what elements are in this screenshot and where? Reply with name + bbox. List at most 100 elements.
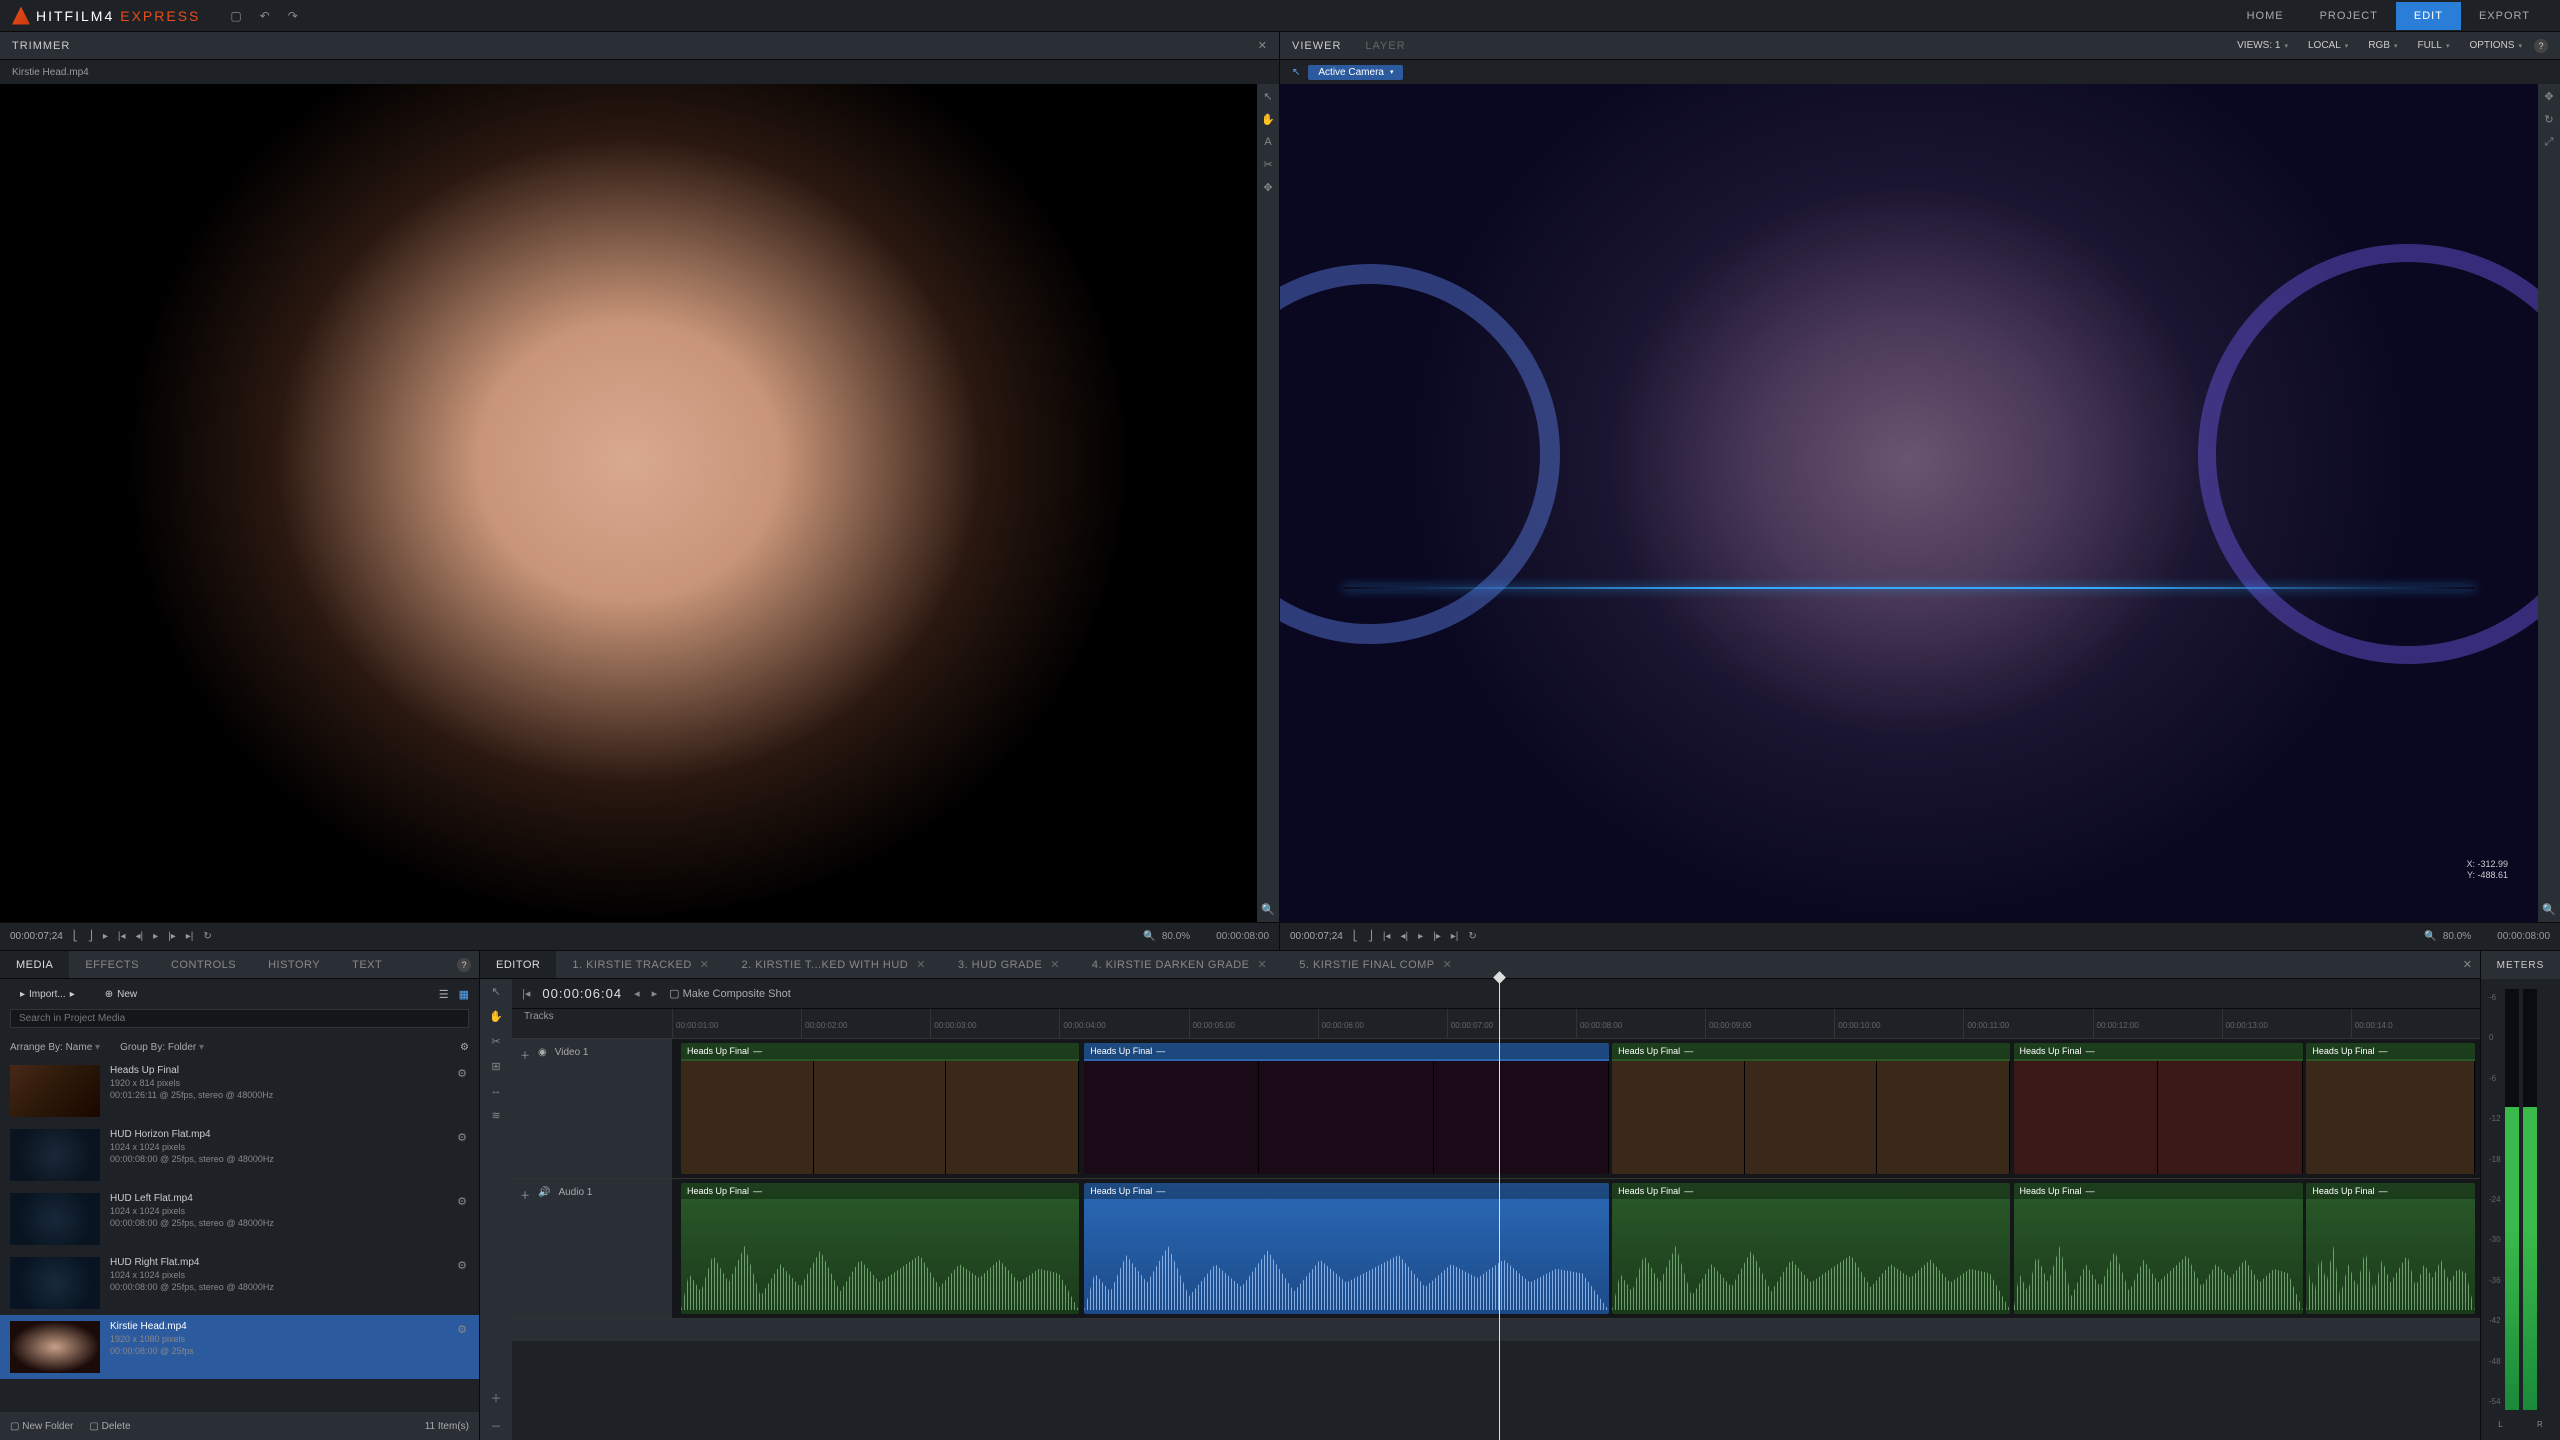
rotate-tool-icon[interactable]: ↻ <box>2544 113 2553 126</box>
insert-icon[interactable]: ▸ <box>103 931 108 942</box>
tab-media[interactable]: MEDIA <box>0 951 69 978</box>
track-collapse-icon[interactable]: ＋ <box>520 1047 530 1062</box>
tl-prev-icon[interactable]: ◂ <box>634 987 640 1000</box>
close-icon[interactable]: ✕ <box>700 958 710 971</box>
ripple-tool-icon[interactable]: ↔ <box>491 1085 502 1097</box>
trimmer-video[interactable] <box>0 84 1257 922</box>
v-loop-icon[interactable]: ↻ <box>1468 931 1476 942</box>
track-mute-icon[interactable]: 🔊 <box>538 1187 550 1198</box>
item-gear-icon[interactable]: ⚙ <box>457 1323 467 1336</box>
item-gear-icon[interactable]: ⚙ <box>457 1131 467 1144</box>
item-gear-icon[interactable]: ⚙ <box>457 1067 467 1080</box>
new-folder-button[interactable]: ▢ New Folder <box>10 1421 73 1432</box>
hand-tool-icon[interactable]: ✋ <box>489 1010 503 1023</box>
audio-track-content[interactable]: Heads Up Final Heads Up Final Heads Up F… <box>672 1179 2480 1318</box>
full-dropdown[interactable]: FULL <box>2410 38 2458 53</box>
viewer-tab[interactable]: VIEWER <box>1292 40 1341 52</box>
view-list-icon[interactable]: ☰ <box>439 988 449 1001</box>
tool-text-icon[interactable]: A <box>1264 136 1271 148</box>
trimmer-zoom[interactable]: 80.0% <box>1162 931 1190 942</box>
save-icon[interactable]: ▢ <box>230 9 241 23</box>
video-clip[interactable]: Heads Up Final <box>1084 1043 1608 1174</box>
v-zoom-icon[interactable]: 🔍 <box>2424 931 2436 942</box>
media-help-icon[interactable]: ? <box>457 958 471 972</box>
close-icon[interactable]: ✕ <box>916 958 926 971</box>
tab-comp-4[interactable]: 4. KIRSTIE DARKEN GRADE✕ <box>1076 951 1283 978</box>
delete-button[interactable]: ▢ Delete <box>89 1421 130 1432</box>
trimmer-close-icon[interactable]: ✕ <box>1258 39 1267 52</box>
video-track-content[interactable]: Heads Up Final Heads Up Final Heads Up F… <box>672 1039 2480 1178</box>
redo-icon[interactable]: ↷ <box>288 9 298 23</box>
nav-project[interactable]: PROJECT <box>2302 2 2396 30</box>
zoom-in-icon[interactable]: ＋ <box>491 1390 502 1406</box>
v-next-frame-icon[interactable]: |▸ <box>1433 931 1441 942</box>
media-search-input[interactable] <box>10 1009 469 1028</box>
select-tool-icon[interactable]: ↖ <box>491 985 500 998</box>
media-item[interactable]: HUD Horizon Flat.mp4 1024 x 1024 pixels … <box>0 1123 479 1187</box>
playhead[interactable] <box>1499 979 1500 1440</box>
viewer-zoom[interactable]: 80.0% <box>2443 931 2471 942</box>
zoom-out-icon[interactable]: － <box>491 1418 502 1434</box>
media-item[interactable]: Heads Up Final 1920 x 814 pixels 00:01:2… <box>0 1059 479 1123</box>
nav-home[interactable]: HOME <box>2229 2 2302 30</box>
tool-hand-icon[interactable]: ✋ <box>1261 113 1275 126</box>
local-dropdown[interactable]: LOCAL <box>2300 38 2356 53</box>
slice-tool-icon[interactable]: ✂ <box>491 1035 500 1048</box>
close-icon[interactable]: ✕ <box>1258 958 1268 971</box>
make-comp-button[interactable]: ▢ Make Composite Shot <box>669 987 791 1000</box>
set-in-icon[interactable]: ⎣ <box>73 931 78 942</box>
v-set-out-icon[interactable]: ⎦ <box>1368 931 1373 942</box>
video-clip[interactable]: Heads Up Final <box>2306 1043 2474 1174</box>
options-dropdown[interactable]: OPTIONS <box>2461 38 2530 53</box>
prev-frame-icon[interactable]: ◂| <box>135 931 143 942</box>
video-clip[interactable]: Heads Up Final <box>2014 1043 2303 1174</box>
v-set-in-icon[interactable]: ⎣ <box>1353 931 1358 942</box>
rate-tool-icon[interactable]: ≋ <box>491 1109 500 1122</box>
cursor-icon[interactable]: ↖ <box>1292 67 1300 78</box>
scale-tool-icon[interactable]: ⤢ <box>2545 136 2554 149</box>
viewer-video[interactable]: X: -312.99 Y: -488.61 <box>1280 84 2538 922</box>
views-dropdown[interactable]: VIEWS: 1 <box>2229 38 2296 53</box>
item-gear-icon[interactable]: ⚙ <box>457 1259 467 1272</box>
tab-comp-1[interactable]: 1. KIRSTIE TRACKED✕ <box>556 951 725 978</box>
tool-arrow-icon[interactable]: ↖ <box>1263 90 1272 103</box>
media-item[interactable]: Kirstie Head.mp4 1920 x 1080 pixels 00:0… <box>0 1315 479 1379</box>
item-gear-icon[interactable]: ⚙ <box>457 1195 467 1208</box>
trimmer-tab[interactable]: TRIMMER <box>12 40 70 52</box>
settings-icon[interactable]: ⚙ <box>460 1042 469 1053</box>
tool-crop-icon[interactable]: ✂ <box>1263 158 1272 171</box>
tl-next-icon[interactable]: ▸ <box>652 987 658 1000</box>
goto-end-icon[interactable]: ▸| <box>186 931 194 942</box>
tab-comp-3[interactable]: 3. HUD GRADE✕ <box>942 951 1076 978</box>
zoom-out-icon[interactable]: 🔍 <box>1143 931 1155 942</box>
audio-clip[interactable]: Heads Up Final <box>1084 1183 1608 1314</box>
nav-edit[interactable]: EDIT <box>2396 2 2461 30</box>
audio-clip[interactable]: Heads Up Final <box>2306 1183 2474 1314</box>
video-clip[interactable]: Heads Up Final <box>681 1043 1079 1174</box>
media-item[interactable]: HUD Right Flat.mp4 1024 x 1024 pixels 00… <box>0 1251 479 1315</box>
next-frame-icon[interactable]: |▸ <box>168 931 176 942</box>
tab-comp-5[interactable]: 5. KIRSTIE FINAL COMP✕ <box>1283 951 1468 978</box>
timeline-timecode[interactable]: 00:00:06:04 <box>542 986 622 1001</box>
media-item[interactable]: HUD Left Flat.mp4 1024 x 1024 pixels 00:… <box>0 1187 479 1251</box>
active-camera-dropdown[interactable]: Active Camera <box>1308 65 1403 80</box>
undo-icon[interactable]: ↶ <box>260 9 270 23</box>
set-out-icon[interactable]: ⎦ <box>88 931 93 942</box>
v-goto-start-icon[interactable]: |◂ <box>1383 931 1391 942</box>
group-dropdown[interactable]: Group By: Folder <box>120 1042 204 1053</box>
tool-move-icon[interactable]: ✥ <box>1263 181 1272 194</box>
timeline-ruler[interactable]: Tracks 00:00:01:00 00:00:02:00 00:00:03:… <box>512 1009 2480 1039</box>
v-goto-end-icon[interactable]: ▸| <box>1451 931 1459 942</box>
v-prev-frame-icon[interactable]: ◂| <box>1400 931 1408 942</box>
new-button[interactable]: ⊕ New <box>95 986 147 1003</box>
rgb-dropdown[interactable]: RGB <box>2360 38 2405 53</box>
import-button[interactable]: ▸ Import... ▸ <box>10 986 85 1003</box>
help-icon[interactable]: ? <box>2534 39 2548 53</box>
v-play-icon[interactable]: ▸ <box>1418 931 1423 942</box>
tab-text[interactable]: TEXT <box>336 951 398 978</box>
view-grid-icon[interactable]: ▦ <box>459 988 469 1001</box>
tl-goto-start-icon[interactable]: |◂ <box>522 987 530 1000</box>
tab-controls[interactable]: CONTROLS <box>155 951 252 978</box>
tool-zoom-icon[interactable]: 🔍 <box>1261 903 1275 916</box>
layer-tab[interactable]: LAYER <box>1365 40 1405 52</box>
